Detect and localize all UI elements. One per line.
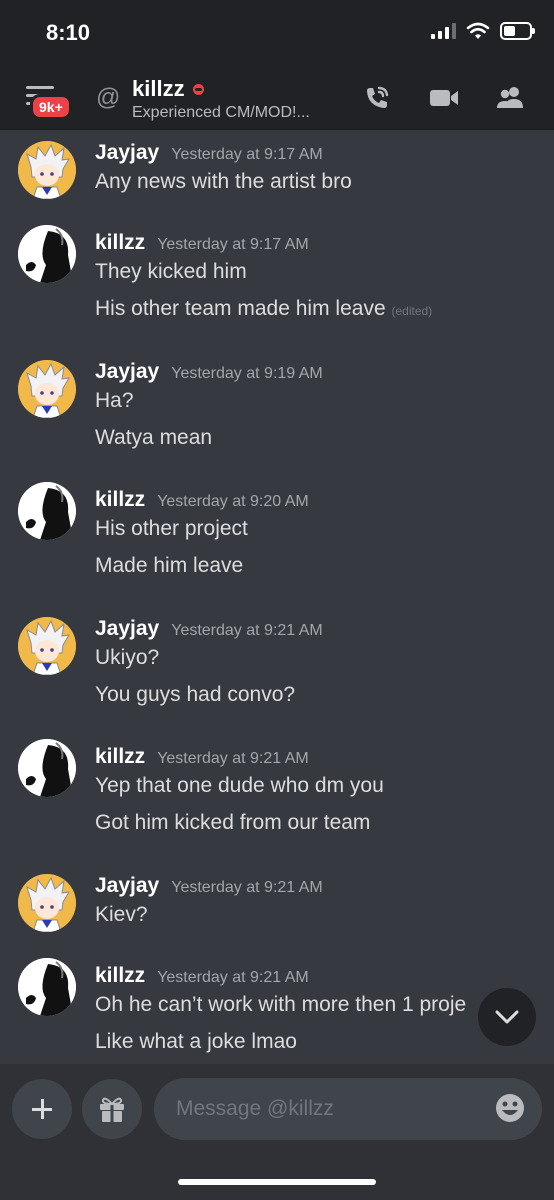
message-author[interactable]: Jayjay (95, 360, 159, 384)
message-composer (0, 1064, 554, 1200)
message-timestamp: Yesterday at 9:21 AM (171, 622, 323, 639)
message-text: Got him kicked from our team (95, 811, 371, 834)
message-text-edited: His other team made him leave (edited) (95, 297, 432, 321)
members-icon[interactable] (494, 84, 526, 112)
plus-icon (32, 1099, 52, 1119)
message-timestamp: Yesterday at 9:21 AM (171, 879, 323, 896)
message-timestamp: Yesterday at 9:19 AM (171, 365, 323, 382)
gift-icon (100, 1097, 124, 1122)
message-timestamp: Yesterday at 9:21 AM (157, 750, 309, 767)
at-sign-icon: @ (96, 84, 121, 111)
message-list[interactable]: Jayjay Yesterday at 9:17 AM Any news with… (0, 131, 554, 1063)
edited-label: (edited) (391, 304, 433, 318)
message-text: His other project (95, 517, 248, 540)
cellular-signal-icon (431, 23, 456, 39)
message-text: His other team made him leave (95, 297, 386, 320)
message-author[interactable]: killzz (95, 231, 145, 255)
killzz-avatar[interactable] (18, 739, 76, 797)
message-timestamp: Yesterday at 9:21 AM (157, 969, 309, 986)
message-text: Kiev? (95, 903, 148, 926)
message-timestamp: Yesterday at 9:17 AM (157, 236, 309, 253)
jayjay-avatar[interactable] (18, 141, 76, 199)
message-author[interactable]: Jayjay (95, 874, 159, 898)
chevron-down-icon (495, 1010, 519, 1024)
message-author[interactable]: killzz (95, 745, 145, 769)
message-text: Yep that one dude who dm you (95, 774, 384, 797)
dm-custom-status: Experienced CM/MOD!... (132, 104, 310, 121)
jayjay-avatar[interactable] (18, 874, 76, 932)
dm-recipient[interactable]: killzz (132, 76, 204, 102)
message-text: Ha? (95, 389, 134, 412)
status-bar: 8:10 (0, 0, 554, 66)
jump-to-latest-button[interactable] (478, 988, 536, 1046)
add-attachment-button[interactable] (12, 1079, 72, 1139)
message-text: Any news with the artist bro (95, 170, 352, 193)
voice-call-icon[interactable] (362, 84, 394, 112)
chat-header: 9k+ @ killzz Experienced CM/MOD!... (0, 66, 554, 130)
emoji-icon[interactable] (494, 1092, 526, 1124)
message-text: They kicked him (95, 260, 247, 283)
killzz-avatar[interactable] (18, 482, 76, 540)
message-text: Watya mean (95, 426, 213, 449)
message-author[interactable]: killzz (95, 488, 145, 512)
video-call-icon[interactable] (428, 84, 460, 112)
dm-name: killzz (132, 76, 185, 101)
message-author[interactable]: killzz (95, 964, 145, 988)
killzz-avatar[interactable] (18, 225, 76, 283)
status-icons (431, 22, 535, 40)
battery-icon (500, 22, 535, 40)
status-time: 8:10 (46, 20, 91, 45)
message-text: Oh he can’t work with more then 1 proje (95, 993, 467, 1016)
message-text: Like what a joke lmao (95, 1030, 297, 1053)
dnd-status-icon (192, 83, 204, 95)
message-text: Ukiyo? (95, 646, 160, 669)
message-timestamp: Yesterday at 9:17 AM (171, 146, 323, 163)
home-indicator[interactable] (178, 1179, 376, 1185)
jayjay-avatar[interactable] (18, 617, 76, 675)
killzz-avatar[interactable] (18, 958, 76, 1016)
message-input[interactable] (154, 1078, 542, 1140)
message-author[interactable]: Jayjay (95, 617, 159, 641)
message-timestamp: Yesterday at 9:20 AM (157, 493, 309, 510)
message-text: You guys had convo? (95, 683, 296, 706)
message-text: Made him leave (95, 554, 244, 577)
wifi-icon (466, 22, 490, 39)
jayjay-avatar[interactable] (18, 360, 76, 418)
gift-button[interactable] (82, 1079, 142, 1139)
notification-badge: 9k+ (30, 94, 72, 120)
message-author[interactable]: Jayjay (95, 141, 159, 165)
